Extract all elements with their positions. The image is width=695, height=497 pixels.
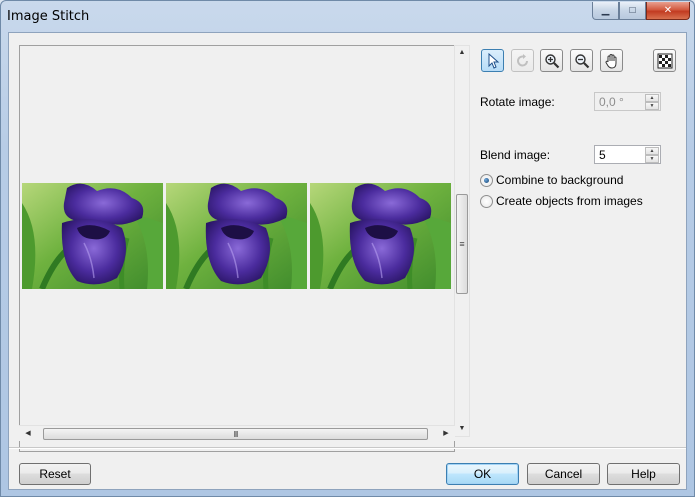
pick-tool-button[interactable] (481, 49, 504, 72)
vertical-scroll-thumb[interactable]: ≡ (456, 194, 468, 294)
radio-unchecked-icon[interactable] (480, 194, 493, 208)
scroll-down-arrow-icon[interactable]: ▼ (455, 422, 469, 436)
window-controls: ▁ □ ✕ (592, 2, 690, 20)
blend-image-input[interactable] (595, 146, 645, 163)
radio-checked-icon[interactable] (480, 173, 493, 187)
iris-photo-2[interactable] (166, 183, 307, 289)
blend-image-label: Blend image: (480, 148, 551, 162)
iris-photo-3[interactable] (310, 183, 451, 289)
maximize-button[interactable]: □ (619, 2, 646, 20)
vertical-grip-icon: ≡ (459, 239, 465, 249)
zoom-out-icon (574, 53, 589, 68)
window-title: Image Stitch (7, 9, 90, 24)
rotate-image-input (595, 93, 645, 110)
spin-up-icon: ▲ (645, 94, 659, 102)
preview-horizontal-scrollbar[interactable]: ◀ III ▶ (19, 425, 455, 441)
checkerboard-icon (657, 53, 672, 68)
rotate-tool-button[interactable] (511, 49, 534, 72)
preview-vertical-scrollbar[interactable]: ▲ ≡ ▼ (454, 45, 470, 437)
zoom-in-icon (544, 53, 559, 68)
spin-up-icon[interactable]: ▲ (645, 147, 659, 155)
dialog-body: ▲ ≡ ▼ ◀ III ▶ Rotate image: 0,0 ° ▲ ▼ Bl… (8, 32, 687, 490)
blend-image-spinbox[interactable]: ▲ ▼ (594, 145, 661, 164)
transparency-tool-button[interactable] (653, 49, 676, 72)
rotate-image-spinbox: ▲ ▼ (594, 92, 661, 111)
preview-pane[interactable] (19, 45, 455, 452)
combine-to-background-radio[interactable]: Combine to background (480, 173, 623, 187)
scroll-left-arrow-icon[interactable]: ◀ (21, 426, 35, 441)
minimize-button[interactable]: ▁ (592, 2, 619, 20)
rotate-icon (516, 53, 528, 66)
help-button[interactable]: Help (607, 463, 680, 485)
close-button[interactable]: ✕ (646, 2, 690, 20)
horizontal-grip-icon: III (233, 429, 239, 439)
image-stitch-dialog: Image Stitch ▁ □ ✕ ▲ ≡ ▼ ◀ III ▶ Rotate … (0, 0, 695, 497)
cancel-button[interactable]: Cancel (527, 463, 600, 485)
horizontal-scroll-thumb[interactable]: III (43, 428, 428, 440)
minimize-icon: ▁ (601, 5, 610, 16)
ok-button[interactable]: OK (446, 463, 519, 485)
stitched-image-strip[interactable] (22, 183, 451, 289)
title-bar[interactable]: Image Stitch ▁ □ ✕ (1, 1, 694, 32)
pointer-arrow-icon (488, 52, 499, 69)
zoom-out-tool-button[interactable] (570, 49, 593, 72)
scroll-up-arrow-icon[interactable]: ▲ (455, 46, 469, 60)
zoom-in-tool-button[interactable] (540, 49, 563, 72)
hand-icon (605, 53, 616, 69)
scroll-right-arrow-icon[interactable]: ▶ (439, 426, 453, 441)
create-objects-label[interactable]: Create objects from images (496, 194, 643, 208)
spin-down-icon: ▼ (645, 102, 659, 110)
button-separator (9, 447, 686, 449)
close-icon: ✕ (663, 5, 673, 16)
combine-to-background-label[interactable]: Combine to background (496, 173, 623, 187)
spin-down-icon[interactable]: ▼ (645, 155, 659, 163)
maximize-icon: □ (629, 5, 636, 16)
create-objects-from-images-radio[interactable]: Create objects from images (480, 194, 643, 208)
rotate-spin-arrows: ▲ ▼ (645, 94, 659, 110)
rotate-image-label: Rotate image: (480, 95, 555, 109)
reset-button[interactable]: Reset (19, 463, 91, 485)
pan-tool-button[interactable] (600, 49, 623, 72)
iris-photo-1[interactable] (22, 183, 163, 289)
blend-spin-arrows[interactable]: ▲ ▼ (645, 147, 659, 163)
